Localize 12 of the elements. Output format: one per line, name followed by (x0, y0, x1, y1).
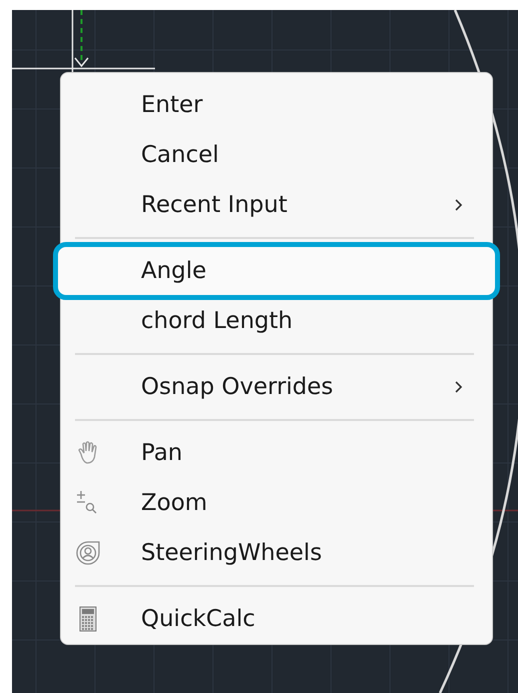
menu-item[interactable]: chord Length (61, 296, 492, 346)
menu-item[interactable]: QuickCalc (61, 594, 492, 644)
menu-item[interactable]: Angle (57, 246, 496, 296)
menu-item[interactable]: SteeringWheels (61, 528, 492, 578)
menu-item[interactable]: Pan (61, 428, 492, 478)
menu-item[interactable]: Cancel (61, 130, 492, 180)
menu-item[interactable]: Zoom (61, 478, 492, 528)
steering-wheel-icon (75, 540, 101, 566)
menu-item[interactable]: Recent Input (61, 180, 492, 230)
menu-item[interactable]: Enter (61, 80, 492, 130)
menu-item[interactable]: Osnap Overrides (61, 362, 492, 412)
dashed-guide-arrow (74, 10, 89, 68)
